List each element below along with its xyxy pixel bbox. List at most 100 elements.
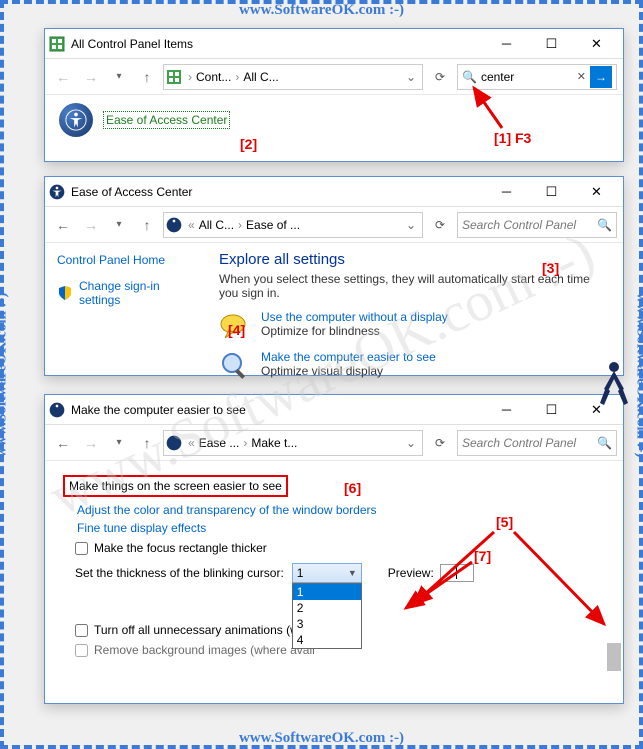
shield-icon (57, 285, 73, 301)
fine-tune-display-link[interactable]: Fine tune display effects (63, 521, 605, 535)
back-button[interactable]: ← (51, 65, 75, 89)
focus-rectangle-checkbox-row[interactable]: Make the focus rectangle thicker (75, 541, 605, 555)
control-panel-home-link[interactable]: Control Panel Home (57, 253, 203, 267)
address-dropdown-icon[interactable]: ⌄ (402, 218, 420, 232)
search-input[interactable] (462, 218, 593, 232)
focus-rectangle-label: Make the focus rectangle thicker (94, 541, 267, 555)
back-button[interactable]: ← (51, 213, 75, 237)
maximize-button[interactable]: ☐ (529, 178, 574, 206)
address-bar[interactable]: « All C... › Ease of ... ⌄ (163, 212, 423, 238)
select-display[interactable]: 1 ▼ (292, 563, 362, 583)
recent-dropdown[interactable]: ▾ (107, 65, 131, 89)
ease-of-access-link[interactable]: Ease of Access Center (103, 111, 230, 129)
search-input[interactable] (462, 436, 593, 450)
address-bar[interactable]: › Cont... › All C... ⌄ (163, 64, 423, 90)
close-button[interactable]: ✕ (574, 178, 619, 206)
dropdown-option[interactable]: 3 (293, 616, 361, 632)
search-box[interactable]: 🔍 ✕ → (457, 64, 617, 90)
chevron-right-icon: › (233, 70, 241, 84)
focus-rectangle-checkbox[interactable] (75, 542, 88, 555)
breadcrumb-segment[interactable]: Ease of ... (244, 218, 302, 232)
easier-to-see-link[interactable]: Make the computer easier to see (261, 350, 436, 364)
window-easier-to-see: Make the computer easier to see ─ ☐ ✕ ← … (44, 394, 624, 704)
window-title: All Control Panel Items (71, 37, 484, 51)
option-row: Use the computer without a display Optim… (219, 310, 609, 342)
up-button[interactable]: ↑ (135, 65, 159, 89)
watermark-right: www.SoftwareOK.com :-) (633, 292, 643, 457)
minimize-button[interactable]: ─ (484, 178, 529, 206)
search-box[interactable]: 🔍 (457, 430, 617, 456)
back-button[interactable]: ← (51, 431, 75, 455)
search-go-button[interactable]: → (590, 66, 612, 88)
maximize-button[interactable]: ☐ (529, 396, 574, 424)
forward-button[interactable]: → (79, 431, 103, 455)
watermark-bottom: www.SoftwareOK.com :-) (239, 730, 404, 747)
titlebar: Make the computer easier to see ─ ☐ ✕ (45, 395, 623, 425)
option-row: Make the computer easier to see Optimize… (219, 350, 609, 382)
clear-icon[interactable]: ✕ (577, 70, 586, 83)
preview-label: Preview: (388, 566, 434, 580)
adjust-color-link[interactable]: Adjust the color and transparency of the… (63, 503, 605, 517)
content-area: Make things on the screen easier to see … (45, 461, 623, 677)
content-area: Ease of Access Center (45, 95, 623, 145)
scrollbar-thumb[interactable] (607, 643, 621, 671)
chevron-right-icon: › (186, 70, 194, 84)
nav-bar: ← → ▾ ↑ « Ease ... › Make t... ⌄ ⟳ 🔍 (45, 425, 623, 461)
content-area: Control Panel Home Change sign-in settin… (45, 243, 623, 398)
cursor-thickness-label: Set the thickness of the blinking cursor… (75, 566, 284, 580)
minimize-button[interactable]: ─ (484, 396, 529, 424)
breadcrumb-segment[interactable]: Ease ... (197, 436, 242, 450)
forward-button[interactable]: → (79, 65, 103, 89)
refresh-button[interactable]: ⟳ (427, 430, 453, 456)
breadcrumb-segment[interactable]: Cont... (194, 70, 233, 84)
search-icon: 🔍 (597, 436, 612, 450)
address-dropdown-icon[interactable]: ⌄ (402, 70, 420, 84)
magnifier-icon (219, 350, 251, 382)
turn-off-animations-label: Turn off all unnecessary animations (whe (94, 623, 312, 637)
control-panel-icon (49, 36, 65, 52)
forward-button[interactable]: → (79, 213, 103, 237)
window-ease-of-access: Ease of Access Center ─ ☐ ✕ ← → ▾ ↑ « Al… (44, 176, 624, 376)
window-control-panel-items: All Control Panel Items ─ ☐ ✕ ← → ▾ ↑ › … (44, 28, 624, 162)
refresh-button[interactable]: ⟳ (427, 64, 453, 90)
refresh-button[interactable]: ⟳ (427, 212, 453, 238)
close-button[interactable]: ✕ (574, 30, 619, 58)
chevron-right-icon: › (236, 218, 244, 232)
dropdown-list: 1 2 3 4 (292, 583, 362, 649)
breadcrumb-segment[interactable]: All C... (241, 70, 280, 84)
up-button[interactable]: ↑ (135, 431, 159, 455)
dropdown-option[interactable]: 1 (293, 584, 361, 600)
up-button[interactable]: ↑ (135, 213, 159, 237)
turn-off-animations-checkbox[interactable] (75, 624, 88, 637)
chevron-left-icon: « (186, 436, 197, 450)
nav-bar: ← → ▾ ↑ › Cont... › All C... ⌄ ⟳ 🔍 ✕ → (45, 59, 623, 95)
breadcrumb-segment[interactable]: All C... (197, 218, 236, 232)
ease-of-access-icon (166, 435, 182, 451)
titlebar: All Control Panel Items ─ ☐ ✕ (45, 29, 623, 59)
titlebar: Ease of Access Center ─ ☐ ✕ (45, 177, 623, 207)
chevron-down-icon: ▼ (348, 568, 357, 578)
section-heading: Make things on the screen easier to see (63, 475, 288, 497)
left-panel: Control Panel Home Change sign-in settin… (45, 243, 215, 398)
search-box[interactable]: 🔍 (457, 212, 617, 238)
recent-dropdown[interactable]: ▾ (107, 431, 131, 455)
close-button[interactable]: ✕ (574, 396, 619, 424)
change-signin-label: Change sign-in settings (79, 279, 203, 307)
address-bar[interactable]: « Ease ... › Make t... ⌄ (163, 430, 423, 456)
preview-box: Preview: (388, 564, 474, 582)
use-without-display-link[interactable]: Use the computer without a display (261, 310, 448, 324)
dropdown-option[interactable]: 4 (293, 632, 361, 648)
dropdown-option[interactable]: 2 (293, 600, 361, 616)
cursor-preview-icon (456, 567, 457, 579)
change-signin-link[interactable]: Change sign-in settings (57, 279, 203, 307)
minimize-button[interactable]: ─ (484, 30, 529, 58)
maximize-button[interactable]: ☐ (529, 30, 574, 58)
breadcrumb-segment[interactable]: Make t... (249, 436, 299, 450)
cursor-thickness-select[interactable]: 1 ▼ 1 2 3 4 (292, 563, 362, 583)
search-input[interactable] (481, 70, 573, 84)
recent-dropdown[interactable]: ▾ (107, 213, 131, 237)
remove-background-checkbox[interactable] (75, 644, 88, 657)
window-controls: ─ ☐ ✕ (484, 396, 619, 424)
ease-of-access-icon (166, 217, 182, 233)
address-dropdown-icon[interactable]: ⌄ (402, 436, 420, 450)
